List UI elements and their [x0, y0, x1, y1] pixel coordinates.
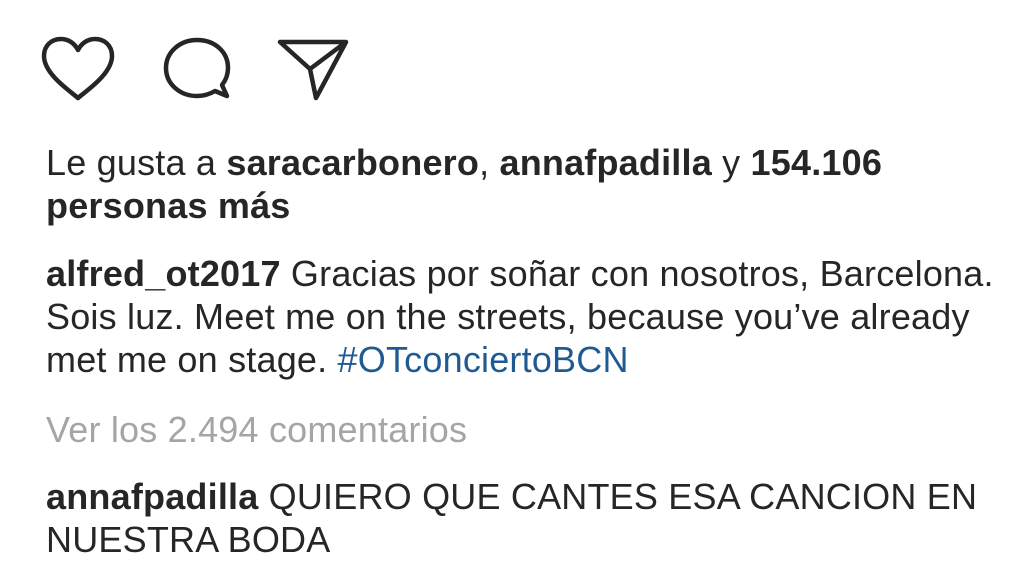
paper-plane-icon[interactable]: [276, 36, 350, 102]
liker-username-1[interactable]: saracarbonero: [226, 142, 479, 183]
likes-suffix[interactable]: personas más: [46, 185, 291, 226]
view-comments-label[interactable]: Ver los 2.494 comentarios: [46, 409, 467, 450]
liker-username-2[interactable]: annafpadilla: [499, 142, 711, 183]
comment-username[interactable]: annafpadilla: [46, 476, 258, 517]
caption-username[interactable]: alfred_ot2017: [46, 253, 281, 294]
comment-item: annafpadilla QUIERO QUE CANTES ESA CANCI…: [46, 475, 1021, 561]
likes-prefix: Le gusta a: [46, 142, 227, 183]
comment-icon[interactable]: [162, 36, 232, 102]
post-caption: alfred_ot2017 Gracias por soñar con noso…: [46, 252, 1021, 381]
likes-count[interactable]: 154.106: [751, 142, 883, 183]
view-comments-link[interactable]: Ver los 2.494 comentarios: [46, 408, 1021, 451]
likes-summary: Le gusta a saracarbonero, annafpadilla y…: [46, 141, 1021, 227]
likes-conjunction: y: [711, 142, 751, 183]
action-bar: [40, 34, 350, 104]
likes-separator: ,: [479, 142, 500, 183]
caption-hashtag[interactable]: #OTconciertoBCN: [338, 339, 629, 380]
heart-icon[interactable]: [40, 36, 116, 102]
